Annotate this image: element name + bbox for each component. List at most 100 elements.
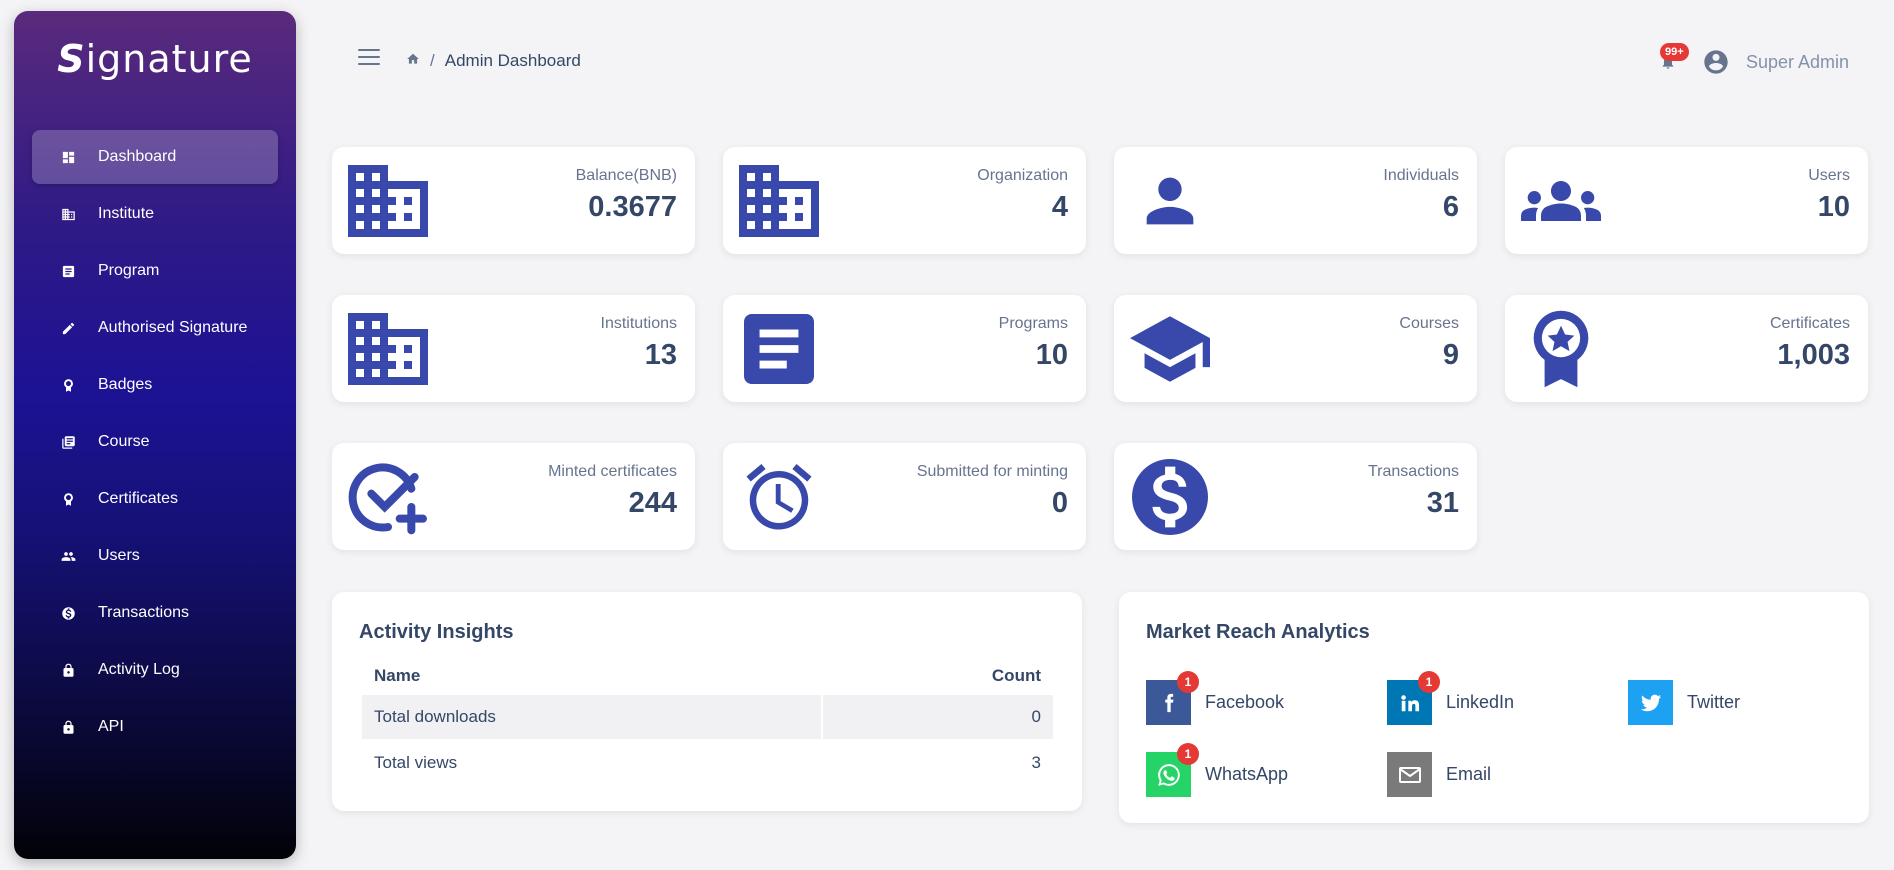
stat-card-submitted-for-minting[interactable]: Submitted for minting 0 <box>723 443 1086 550</box>
document-icon <box>60 263 76 279</box>
stat-value: 9 <box>1442 339 1459 371</box>
stat-card-institutions[interactable]: Institutions 13 <box>332 295 695 402</box>
share-label: Twitter <box>1687 692 1741 712</box>
sidebar-nav: Dashboard Institute Program Authorised S… <box>32 130 278 757</box>
linkedin-share[interactable]: 1 LinkedIn <box>1387 671 1515 725</box>
breadcrumb-current: Admin Dashboard <box>444 51 581 70</box>
facebook-icon: 1 <box>1146 671 1199 725</box>
sidebar-item-institute[interactable]: Institute <box>32 187 278 241</box>
sidebar-item-users[interactable]: Users <box>32 529 278 583</box>
stat-card-courses[interactable]: Courses 9 <box>1114 295 1477 402</box>
sidebar: Signature Dashboard Institute Program Au… <box>14 11 296 859</box>
breadcrumb: / Admin Dashboard <box>406 51 581 71</box>
sidebar-item-activity-log[interactable]: Activity Log <box>32 643 278 697</box>
stat-value: 4 <box>1051 191 1068 223</box>
stat-label: Transactions <box>1368 463 1459 480</box>
stat-card-balance[interactable]: Balance(BNB) 0.3677 <box>332 147 695 254</box>
stat-card-transactions[interactable]: Transactions 31 <box>1114 443 1477 550</box>
envelope-icon <box>1387 752 1432 797</box>
stat-value: 13 <box>644 339 677 371</box>
stat-label: Balance(BNB) <box>575 167 677 184</box>
badge-icon <box>60 377 76 393</box>
stat-label: Programs <box>998 315 1068 332</box>
sidebar-item-authorised-signature[interactable]: Authorised Signature <box>32 301 278 355</box>
share-count-badge: 1 <box>1418 671 1440 693</box>
stat-card-minted-certificates[interactable]: Minted certificates 244 <box>332 443 695 550</box>
stat-card-users[interactable]: Users 10 <box>1505 147 1868 254</box>
alarm-clock-icon <box>739 459 819 535</box>
lock-icon <box>60 662 76 678</box>
row-count: 3 <box>1031 753 1041 772</box>
building-icon <box>739 163 819 239</box>
stat-value: 0.3677 <box>588 191 677 223</box>
share-label: WhatsApp <box>1205 764 1289 784</box>
sidebar-item-label: Program <box>98 262 160 279</box>
row-name: Total views <box>374 753 458 772</box>
panel-title: Market Reach Analytics <box>1146 621 1370 643</box>
graduation-cap-icon <box>1130 311 1210 387</box>
stat-card-organization[interactable]: Organization 4 <box>723 147 1086 254</box>
home-icon[interactable] <box>406 51 430 71</box>
stat-label: Certificates <box>1769 315 1850 332</box>
sidebar-item-badges[interactable]: Badges <box>32 358 278 412</box>
sidebar-item-transactions[interactable]: Transactions <box>32 586 278 640</box>
sidebar-item-program[interactable]: Program <box>32 244 278 298</box>
group-icon <box>1521 163 1601 239</box>
stat-value: 6 <box>1442 191 1459 223</box>
sidebar-item-label: Activity Log <box>98 661 180 678</box>
row-count: 0 <box>823 695 1053 739</box>
table-header-row: Name Count <box>362 659 1053 693</box>
share-label: Facebook <box>1205 692 1285 712</box>
panel-title: Activity Insights <box>359 621 514 643</box>
whatsapp-icon: 1 <box>1146 743 1199 797</box>
share-label: Email <box>1446 764 1492 784</box>
account-icon <box>1704 50 1728 74</box>
check-plus-icon <box>348 459 428 535</box>
stat-card-certificates[interactable]: Certificates 1,003 <box>1505 295 1868 402</box>
sidebar-item-label: Transactions <box>98 604 189 621</box>
dollar-icon <box>60 605 76 621</box>
share-label: LinkedIn <box>1446 692 1515 712</box>
stat-label: Individuals <box>1383 167 1459 184</box>
stat-card-programs[interactable]: Programs 10 <box>723 295 1086 402</box>
menu-toggle-button[interactable] <box>358 49 380 67</box>
email-share[interactable]: Email <box>1387 752 1491 797</box>
stat-value: 10 <box>1035 339 1068 371</box>
sidebar-item-label: Certificates <box>98 490 179 507</box>
facebook-share[interactable]: 1 Facebook <box>1146 671 1285 725</box>
sidebar-item-certificates[interactable]: Certificates <box>32 472 278 526</box>
lock-icon <box>60 719 76 735</box>
badge-icon <box>60 491 76 507</box>
pencil-icon <box>60 320 76 336</box>
stat-label: Institutions <box>600 315 677 332</box>
users-icon <box>60 548 76 564</box>
column-header-name: Name <box>374 666 421 685</box>
app-logo[interactable]: Signature <box>14 37 296 81</box>
stat-value: 10 <box>1817 191 1850 223</box>
breadcrumb-separator: / <box>430 51 435 70</box>
user-menu[interactable]: Super Admin <box>1702 48 1849 76</box>
twitter-icon <box>1628 680 1673 725</box>
stat-value: 31 <box>1426 487 1459 519</box>
stat-value: 0 <box>1051 487 1068 519</box>
dashboard-icon <box>60 149 76 165</box>
award-icon <box>1521 310 1601 388</box>
stat-label: Submitted for minting <box>916 463 1068 480</box>
sidebar-item-label: Course <box>98 433 150 450</box>
whatsapp-share[interactable]: 1 WhatsApp <box>1146 743 1289 797</box>
sidebar-item-label: Users <box>98 547 140 564</box>
column-header-count: Count <box>991 666 1041 685</box>
sidebar-item-course[interactable]: Course <box>32 415 278 469</box>
sidebar-item-dashboard[interactable]: Dashboard <box>32 130 278 184</box>
twitter-share[interactable]: Twitter <box>1628 680 1740 725</box>
sidebar-item-api[interactable]: API <box>32 700 278 754</box>
linkedin-icon: 1 <box>1387 671 1440 725</box>
stat-label: Minted certificates <box>548 463 677 480</box>
row-name: Total downloads <box>362 695 822 739</box>
stat-card-individuals[interactable]: Individuals 6 <box>1114 147 1477 254</box>
building-icon <box>348 311 428 387</box>
stat-label: Organization <box>977 167 1068 184</box>
sidebar-item-label: Institute <box>98 205 155 222</box>
sidebar-item-label: Badges <box>98 376 153 393</box>
stat-label: Users <box>1808 167 1850 184</box>
